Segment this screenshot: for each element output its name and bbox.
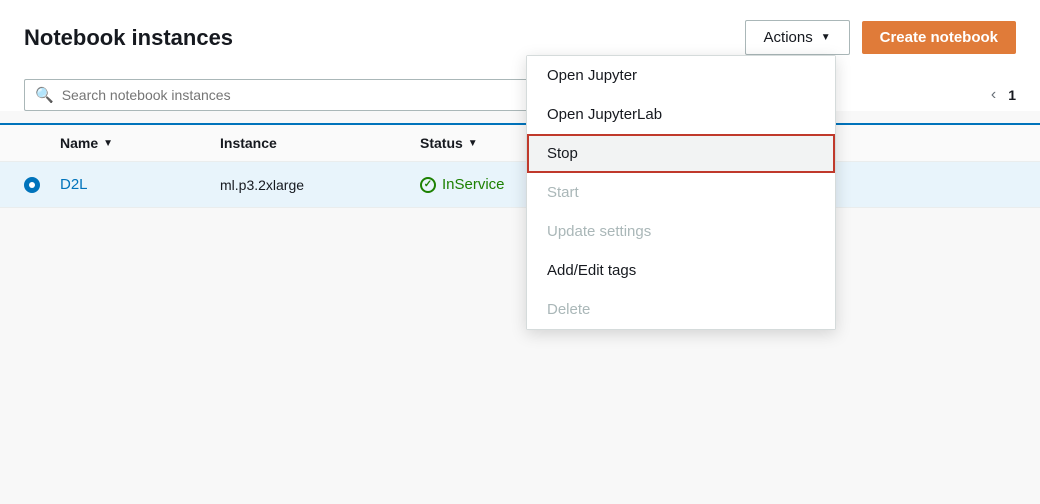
table-header-row: Name ▼ Instance Status ▼ [0, 125, 1040, 162]
dropdown-item-add-edit-tags[interactable]: Add/Edit tags [527, 251, 835, 290]
status-badge: InService [442, 176, 505, 193]
create-notebook-button[interactable]: Create notebook [862, 21, 1016, 54]
dropdown-item-open-jupyterlab[interactable]: Open JupyterLab [527, 95, 835, 134]
th-name-label: Name [60, 135, 98, 151]
search-input[interactable] [62, 87, 533, 103]
dropdown-item-delete: Delete [527, 290, 835, 329]
header-actions: Actions ▼ Create notebook [745, 20, 1016, 55]
dropdown-item-open-jupyter[interactable]: Open Jupyter [527, 56, 835, 95]
row-checkbox[interactable] [24, 177, 60, 193]
status-sort-icon[interactable]: ▼ [468, 138, 478, 149]
dropdown-item-stop[interactable]: Stop [527, 134, 835, 173]
table-wrapper: Name ▼ Instance Status ▼ D2L ml.p3.2xlar… [0, 123, 1040, 208]
status-check-icon: ✓ [424, 179, 432, 190]
search-box: 🔍 [24, 79, 544, 111]
page-title: Notebook instances [24, 25, 233, 51]
status-icon: ✓ [420, 177, 436, 193]
search-icon: 🔍 [35, 86, 54, 104]
table-row[interactable]: D2L ml.p3.2xlarge ✓ InService [0, 162, 1040, 208]
name-sort-icon[interactable]: ▼ [103, 138, 113, 149]
th-instance: Instance [220, 135, 420, 151]
actions-label: Actions [764, 29, 813, 46]
page-header: Notebook instances Actions ▼ Create note… [0, 0, 1040, 71]
actions-button[interactable]: Actions ▼ [745, 20, 850, 55]
pagination-area: ‹ 1 [987, 82, 1016, 108]
pagination-prev-icon[interactable]: ‹ [987, 82, 1000, 108]
pagination-current: 1 [1008, 87, 1016, 103]
th-status-label: Status [420, 135, 463, 151]
row-name[interactable]: D2L [60, 176, 220, 193]
actions-dropdown: Open JupyterOpen JupyterLabStopStartUpda… [526, 55, 836, 330]
radio-inner [29, 182, 35, 188]
th-name: Name ▼ [60, 135, 220, 151]
dropdown-item-start: Start [527, 173, 835, 212]
row-instance: ml.p3.2xlarge [220, 177, 420, 193]
th-instance-label: Instance [220, 135, 277, 151]
radio-selected-icon [24, 177, 40, 193]
caret-down-icon: ▼ [821, 32, 831, 43]
dropdown-item-update-settings: Update settings [527, 212, 835, 251]
search-area: 🔍 ‹ 1 [0, 71, 1040, 111]
